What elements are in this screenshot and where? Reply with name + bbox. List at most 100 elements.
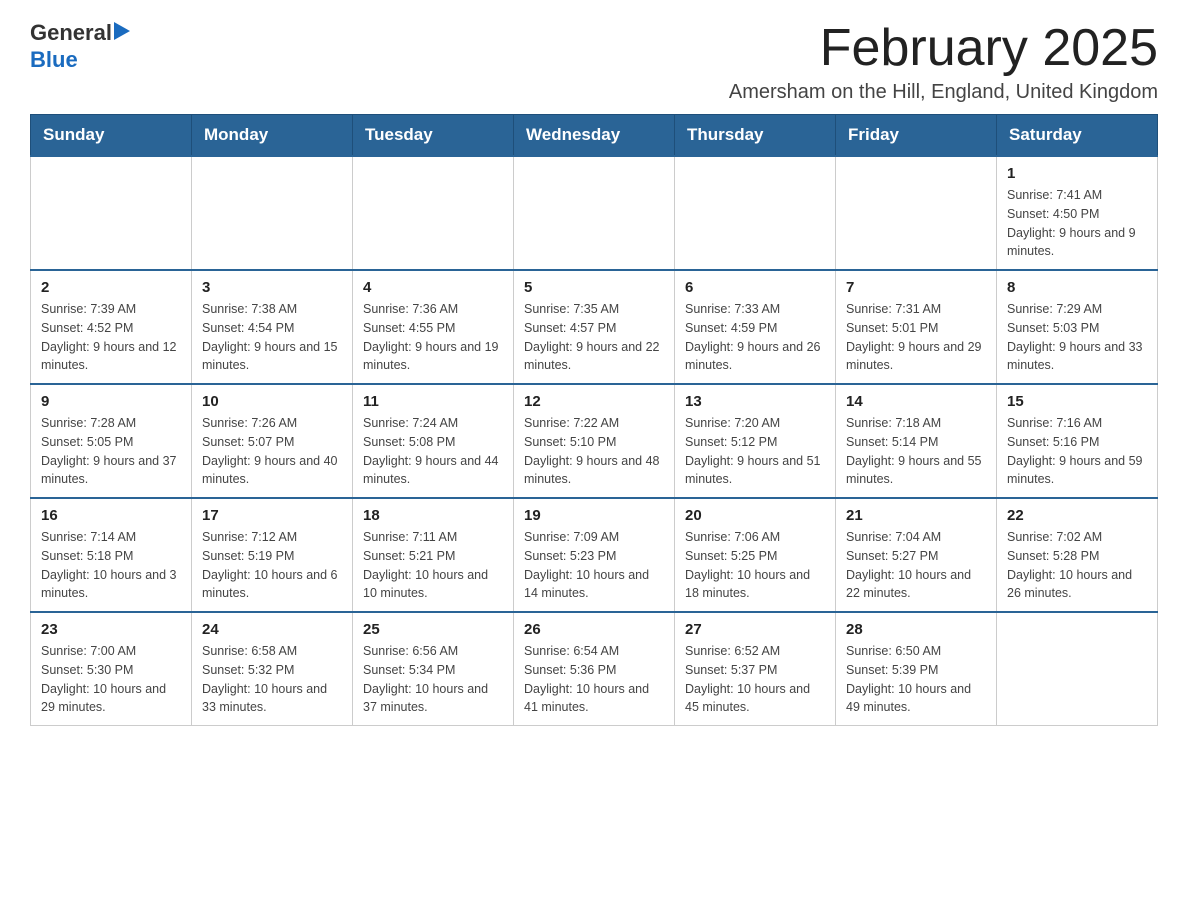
day-number: 23	[41, 621, 181, 638]
calendar-cell: 28Sunrise: 6:50 AM Sunset: 5:39 PM Dayli…	[836, 612, 997, 726]
calendar-cell	[997, 612, 1158, 726]
calendar-cell: 5Sunrise: 7:35 AM Sunset: 4:57 PM Daylig…	[514, 270, 675, 384]
day-info: Sunrise: 7:12 AM Sunset: 5:19 PM Dayligh…	[202, 528, 342, 603]
day-info: Sunrise: 7:36 AM Sunset: 4:55 PM Dayligh…	[363, 300, 503, 375]
calendar-cell: 26 Sunrise: 6:54 AM Sunset: 5:36 PM Dayli…	[514, 612, 675, 726]
day-info: Sunrise: 7:29 AM Sunset: 5:03 PM Dayligh…	[1007, 300, 1147, 375]
day-number: 12	[524, 393, 664, 410]
day-number: 1	[1007, 165, 1147, 182]
calendar-cell	[675, 156, 836, 270]
day-number: 11	[363, 393, 503, 410]
day-info: Sunrise: 7:02 AM Sunset: 5:28 PM Dayligh…	[1007, 528, 1147, 603]
day-info: Sunrise: 7:39 AM Sunset: 4:52 PM Dayligh…	[41, 300, 181, 375]
day-number: 26	[524, 621, 664, 638]
calendar-week-row: 16 Sunrise: 7:14 AM Sunset: 5:18 PM Dayli…	[31, 498, 1158, 612]
day-info: Sunrise: 7:22 AM Sunset: 5:10 PM Dayligh…	[524, 414, 664, 489]
day-number: 18	[363, 507, 503, 524]
day-info: Sunrise: 7:18 AM Sunset: 5:14 PM Dayligh…	[846, 414, 986, 489]
day-number: 20	[685, 507, 825, 524]
logo: General Blue	[30, 20, 132, 73]
day-number: 25	[363, 621, 503, 638]
weekday-header-thursday: Thursday	[675, 115, 836, 157]
calendar-week-row: 23 Sunrise: 7:00 AM Sunset: 5:30 PM Dayli…	[31, 612, 1158, 726]
day-info: Sunrise: 7:41 AM Sunset: 4:50 PM Dayligh…	[1007, 186, 1147, 261]
day-info: Sunrise: 7:11 AM Sunset: 5:21 PM Dayligh…	[363, 528, 503, 603]
calendar-cell: 6 Sunrise: 7:33 AM Sunset: 4:59 PM Daylig…	[675, 270, 836, 384]
calendar-cell: 22 Sunrise: 7:02 AM Sunset: 5:28 PM Dayli…	[997, 498, 1158, 612]
day-number: 28	[846, 621, 986, 638]
day-number: 4	[363, 279, 503, 296]
calendar-cell: 25Sunrise: 6:56 AM Sunset: 5:34 PM Dayli…	[353, 612, 514, 726]
day-number: 5	[524, 279, 664, 296]
day-number: 6	[685, 279, 825, 296]
calendar-cell: 18 Sunrise: 7:11 AM Sunset: 5:21 PM Dayli…	[353, 498, 514, 612]
calendar-cell: 24Sunrise: 6:58 AM Sunset: 5:32 PM Dayli…	[192, 612, 353, 726]
calendar-cell: 2 Sunrise: 7:39 AM Sunset: 4:52 PM Daylig…	[31, 270, 192, 384]
day-number: 7	[846, 279, 986, 296]
day-info: Sunrise: 7:20 AM Sunset: 5:12 PM Dayligh…	[685, 414, 825, 489]
day-info: Sunrise: 7:33 AM Sunset: 4:59 PM Dayligh…	[685, 300, 825, 375]
weekday-header-saturday: Saturday	[997, 115, 1158, 157]
logo-general: General	[30, 21, 112, 45]
calendar-cell: 20 Sunrise: 7:06 AM Sunset: 5:25 PM Dayli…	[675, 498, 836, 612]
calendar-cell	[353, 156, 514, 270]
day-info: Sunrise: 7:16 AM Sunset: 5:16 PM Dayligh…	[1007, 414, 1147, 489]
calendar-cell: 10Sunrise: 7:26 AM Sunset: 5:07 PM Dayli…	[192, 384, 353, 498]
calendar-cell: 12 Sunrise: 7:22 AM Sunset: 5:10 PM Dayli…	[514, 384, 675, 498]
weekday-header-row: SundayMondayTuesdayWednesdayThursdayFrid…	[31, 115, 1158, 157]
day-number: 21	[846, 507, 986, 524]
calendar-cell: 27 Sunrise: 6:52 AM Sunset: 5:37 PM Dayli…	[675, 612, 836, 726]
calendar-cell: 4 Sunrise: 7:36 AM Sunset: 4:55 PM Daylig…	[353, 270, 514, 384]
calendar-cell	[192, 156, 353, 270]
day-info: Sunrise: 6:52 AM Sunset: 5:37 PM Dayligh…	[685, 642, 825, 717]
calendar-cell: 21 Sunrise: 7:04 AM Sunset: 5:27 PM Dayli…	[836, 498, 997, 612]
calendar-cell	[836, 156, 997, 270]
day-number: 17	[202, 507, 342, 524]
calendar-cell: 23 Sunrise: 7:00 AM Sunset: 5:30 PM Dayli…	[31, 612, 192, 726]
calendar-cell: 7 Sunrise: 7:31 AM Sunset: 5:01 PM Daylig…	[836, 270, 997, 384]
title-block: February 2025 Amersham on the Hill, Engl…	[729, 20, 1158, 104]
day-info: Sunrise: 7:31 AM Sunset: 5:01 PM Dayligh…	[846, 300, 986, 375]
calendar-week-row: 2 Sunrise: 7:39 AM Sunset: 4:52 PM Daylig…	[31, 270, 1158, 384]
calendar-cell: 15 Sunrise: 7:16 AM Sunset: 5:16 PM Dayli…	[997, 384, 1158, 498]
day-number: 16	[41, 507, 181, 524]
calendar-cell: 9 Sunrise: 7:28 AM Sunset: 5:05 PM Daylig…	[31, 384, 192, 498]
day-number: 27	[685, 621, 825, 638]
weekday-header-tuesday: Tuesday	[353, 115, 514, 157]
day-number: 22	[1007, 507, 1147, 524]
day-info: Sunrise: 7:28 AM Sunset: 5:05 PM Dayligh…	[41, 414, 181, 489]
calendar-cell	[31, 156, 192, 270]
calendar-cell: 16 Sunrise: 7:14 AM Sunset: 5:18 PM Dayli…	[31, 498, 192, 612]
calendar-cell: 11 Sunrise: 7:24 AM Sunset: 5:08 PM Dayli…	[353, 384, 514, 498]
month-title: February 2025	[729, 20, 1158, 77]
calendar-cell: 14Sunrise: 7:18 AM Sunset: 5:14 PM Dayli…	[836, 384, 997, 498]
day-number: 19	[524, 507, 664, 524]
calendar-body: 1 Sunrise: 7:41 AM Sunset: 4:50 PM Daylig…	[31, 156, 1158, 726]
location-subtitle: Amersham on the Hill, England, United Ki…	[729, 81, 1158, 104]
calendar-table: SundayMondayTuesdayWednesdayThursdayFrid…	[30, 114, 1158, 726]
calendar-cell: 17 Sunrise: 7:12 AM Sunset: 5:19 PM Dayli…	[192, 498, 353, 612]
day-info: Sunrise: 7:38 AM Sunset: 4:54 PM Dayligh…	[202, 300, 342, 375]
day-info: Sunrise: 7:09 AM Sunset: 5:23 PM Dayligh…	[524, 528, 664, 603]
weekday-header-monday: Monday	[192, 115, 353, 157]
day-info: Sunrise: 6:54 AM Sunset: 5:36 PM Dayligh…	[524, 642, 664, 717]
day-info: Sunrise: 7:14 AM Sunset: 5:18 PM Dayligh…	[41, 528, 181, 603]
day-number: 9	[41, 393, 181, 410]
day-number: 15	[1007, 393, 1147, 410]
calendar-header: SundayMondayTuesdayWednesdayThursdayFrid…	[31, 115, 1158, 157]
calendar-week-row: 9 Sunrise: 7:28 AM Sunset: 5:05 PM Daylig…	[31, 384, 1158, 498]
calendar-cell: 3 Sunrise: 7:38 AM Sunset: 4:54 PM Daylig…	[192, 270, 353, 384]
day-number: 2	[41, 279, 181, 296]
day-info: Sunrise: 7:04 AM Sunset: 5:27 PM Dayligh…	[846, 528, 986, 603]
logo-blue: Blue	[30, 47, 78, 73]
day-info: Sunrise: 7:06 AM Sunset: 5:25 PM Dayligh…	[685, 528, 825, 603]
day-info: Sunrise: 7:00 AM Sunset: 5:30 PM Dayligh…	[41, 642, 181, 717]
calendar-cell: 1 Sunrise: 7:41 AM Sunset: 4:50 PM Daylig…	[997, 156, 1158, 270]
calendar-week-row: 1 Sunrise: 7:41 AM Sunset: 4:50 PM Daylig…	[31, 156, 1158, 270]
day-number: 10	[202, 393, 342, 410]
calendar-cell	[514, 156, 675, 270]
calendar-cell: 13Sunrise: 7:20 AM Sunset: 5:12 PM Dayli…	[675, 384, 836, 498]
weekday-header-wednesday: Wednesday	[514, 115, 675, 157]
day-info: Sunrise: 7:24 AM Sunset: 5:08 PM Dayligh…	[363, 414, 503, 489]
day-number: 3	[202, 279, 342, 296]
